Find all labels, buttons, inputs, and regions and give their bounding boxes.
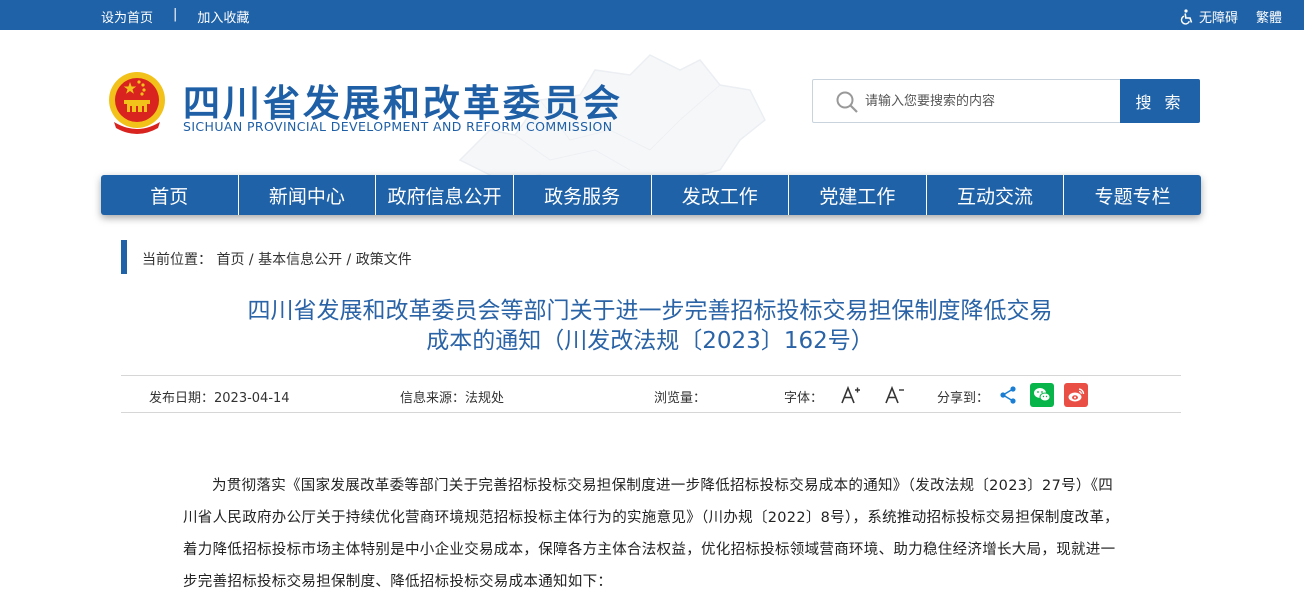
nav-item-party[interactable]: 党建工作 bbox=[789, 175, 927, 215]
national-emblem-icon bbox=[109, 72, 165, 134]
publish-date: 发布日期：2023-04-14 bbox=[149, 387, 290, 406]
article-title-line2: 成本的通知（川发改法规〔2023〕162号） bbox=[426, 328, 874, 354]
top-bar-right: 无障碍 繁體 bbox=[1179, 7, 1282, 26]
share-icon[interactable] bbox=[996, 383, 1020, 407]
wheelchair-icon bbox=[1180, 8, 1193, 25]
publish-date-value: 2023-04-14 bbox=[214, 391, 290, 406]
breadcrumb-home[interactable]: 首页 bbox=[216, 252, 244, 268]
font-decrease-icon[interactable] bbox=[882, 383, 906, 407]
nav-item-reform-work[interactable]: 发改工作 bbox=[652, 175, 790, 215]
info-source-value: 法规处 bbox=[465, 391, 505, 406]
set-home-link[interactable]: 设为首页 bbox=[101, 7, 153, 26]
article-meta-bar: 发布日期：2023-04-14 信息来源：法规处 浏览量： 字体： 分享到： bbox=[121, 375, 1181, 413]
top-bar: 设为首页 | 加入收藏 无障碍 繁體 bbox=[0, 0, 1304, 30]
view-count-label: 浏览量： bbox=[654, 391, 707, 406]
font-increase-icon[interactable] bbox=[838, 383, 862, 407]
info-source-label: 信息来源： bbox=[400, 391, 466, 406]
search-box: 搜 索 bbox=[812, 79, 1200, 123]
main-nav: 首页 新闻中心 政府信息公开 政务服务 发改工作 党建工作 互动交流 专题专栏 bbox=[101, 175, 1201, 215]
top-bar-separator: | bbox=[173, 7, 178, 22]
weibo-icon[interactable] bbox=[1064, 383, 1088, 407]
search-button[interactable]: 搜 索 bbox=[1120, 79, 1200, 123]
site-header: 四川省发展和改革委员会 SICHUAN PROVINCIAL DEVELOPME… bbox=[0, 30, 1304, 191]
top-bar-left: 设为首页 | 加入收藏 bbox=[101, 7, 249, 26]
nav-item-topics[interactable]: 专题专栏 bbox=[1064, 175, 1201, 215]
font-decrease-glyph-icon bbox=[885, 385, 904, 404]
article-body-paragraph: 为贯彻落实《国家发展改革委等部门关于完善招标投标交易担保制度进一步降低招标投标交… bbox=[183, 478, 1119, 590]
breadcrumb-basic-info[interactable]: 基本信息公开 bbox=[258, 252, 342, 268]
accessibility-link[interactable]: 无障碍 bbox=[1179, 7, 1238, 26]
info-source: 信息来源：法规处 bbox=[400, 387, 504, 406]
article-title: 四川省发展和改革委员会等部门关于进一步完善招标投标交易担保制度降低交易 成本的通… bbox=[150, 296, 1150, 356]
breadcrumb-separator: / bbox=[342, 252, 356, 268]
nav-item-interaction[interactable]: 互动交流 bbox=[927, 175, 1065, 215]
publish-date-label: 发布日期： bbox=[149, 391, 215, 406]
article-title-line1: 四川省发展和改革委员会等部门关于进一步完善招标投标交易担保制度降低交易 bbox=[247, 298, 1053, 324]
accessibility-label: 无障碍 bbox=[1198, 11, 1238, 26]
search-input[interactable] bbox=[865, 88, 1115, 114]
font-increase-glyph-icon bbox=[841, 385, 860, 404]
breadcrumb-policy-docs[interactable]: 政策文件 bbox=[356, 252, 412, 268]
site-subtitle: SICHUAN PROVINCIAL DEVELOPMENT AND REFOR… bbox=[183, 119, 613, 134]
breadcrumb-label: 当前位置： bbox=[142, 252, 212, 268]
breadcrumb-separator: / bbox=[244, 252, 259, 268]
search-icon bbox=[836, 91, 858, 113]
nav-item-home[interactable]: 首页 bbox=[101, 175, 239, 215]
breadcrumb: 当前位置： 首页 / 基本信息公开 / 政策文件 bbox=[121, 240, 412, 274]
traditional-chinese-link[interactable]: 繁體 bbox=[1256, 7, 1282, 26]
nav-item-services[interactable]: 政务服务 bbox=[514, 175, 652, 215]
share-label: 分享到： bbox=[937, 391, 990, 406]
font-size-label: 字体： bbox=[784, 391, 824, 406]
add-favorite-link[interactable]: 加入收藏 bbox=[197, 7, 249, 26]
nav-item-gov-info[interactable]: 政府信息公开 bbox=[376, 175, 514, 215]
wechat-icon[interactable] bbox=[1030, 383, 1054, 407]
nav-item-news[interactable]: 新闻中心 bbox=[239, 175, 377, 215]
